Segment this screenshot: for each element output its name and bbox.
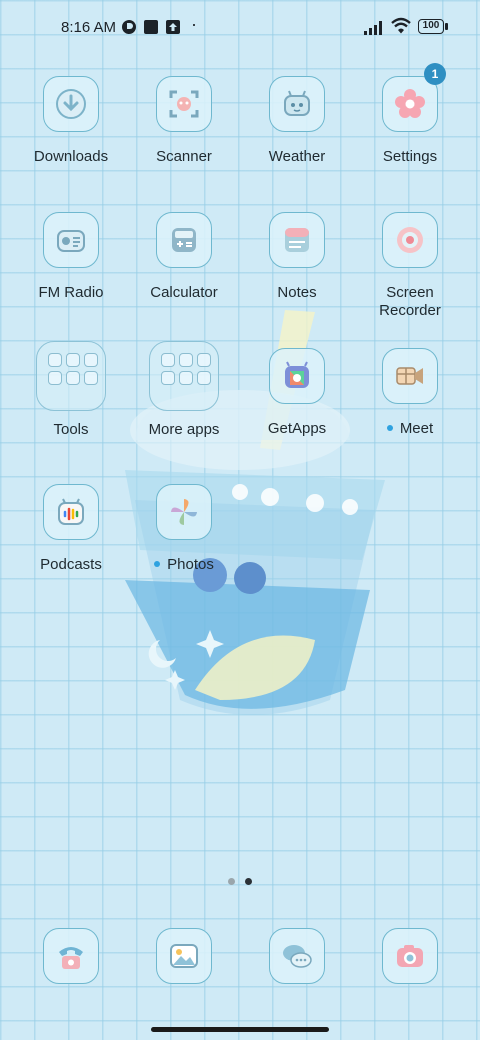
home-gesture-bar[interactable]	[151, 1027, 329, 1032]
app-label: Notes	[277, 284, 317, 301]
app-label: Photos	[167, 556, 214, 573]
new-indicator-dot	[154, 561, 161, 567]
dock-camera[interactable]	[382, 928, 438, 984]
mini-app-icon	[48, 353, 62, 367]
calculator-icon	[156, 212, 212, 268]
page-indicator-dot-1[interactable]	[228, 878, 235, 885]
app-label: Podcasts	[40, 556, 102, 573]
mini-app-icon	[179, 353, 193, 367]
messages-icon	[283, 945, 312, 968]
mini-app-icon	[197, 371, 211, 385]
app-label: Calculator	[150, 284, 218, 301]
settings-icon: 1	[382, 63, 446, 132]
app-photos[interactable]: Photos	[129, 484, 239, 574]
app-label: Downloads	[33, 148, 109, 165]
new-indicator-dot	[386, 425, 393, 431]
photos-icon	[156, 484, 212, 540]
app-weather[interactable]: Weather	[242, 76, 352, 166]
app-notes[interactable]: Notes	[242, 212, 352, 302]
app-label: Meet	[399, 420, 434, 437]
downloads-icon	[43, 76, 99, 132]
app-downloads[interactable]: Downloads	[16, 76, 126, 166]
app-scanner[interactable]: Scanner	[129, 76, 239, 166]
mini-app-icon	[161, 371, 175, 385]
notes-icon	[269, 212, 325, 268]
dock-phone[interactable]	[43, 928, 99, 984]
dock-messages[interactable]	[269, 928, 325, 984]
battery-level: 100	[422, 20, 440, 31]
radio-icon	[43, 212, 99, 268]
phone-icon	[59, 947, 83, 969]
notification-square-icon	[144, 20, 158, 34]
mini-app-icon	[197, 353, 211, 367]
app-label: Settings	[382, 148, 438, 165]
screen-recorder-icon	[382, 212, 438, 268]
getapps-icon	[269, 348, 325, 404]
camera-icon	[397, 945, 423, 967]
mini-app-icon	[66, 353, 80, 367]
app-calculator[interactable]: Calculator	[129, 212, 239, 302]
upload-icon	[166, 20, 180, 34]
vpn-status-icon	[122, 20, 136, 34]
app-label-row: Meet	[355, 420, 465, 438]
weather-icon	[269, 76, 325, 132]
gallery-icon	[170, 944, 198, 968]
notification-badge: 1	[424, 63, 446, 85]
dock-gallery[interactable]	[156, 928, 212, 984]
status-bar: 8:16 AM · 100	[0, 0, 480, 56]
folder-tools[interactable]: Tools	[16, 341, 126, 439]
app-label: Scanner	[156, 148, 212, 165]
app-label: GetApps	[267, 420, 327, 437]
clock: 8:16 AM	[61, 19, 117, 36]
podcasts-icon	[43, 484, 99, 540]
battery-tip	[445, 23, 448, 30]
app-label: Screen Recorder	[379, 284, 441, 319]
signal-icon	[364, 21, 382, 35]
page-indicator-dot-2-active[interactable]	[245, 878, 252, 885]
app-fm-radio[interactable]: FM Radio	[16, 212, 126, 302]
mini-app-icon	[48, 371, 62, 385]
scanner-icon	[156, 76, 212, 132]
mini-app-icon	[66, 371, 80, 385]
app-label: More apps	[148, 421, 220, 438]
app-label: Tools	[53, 421, 89, 438]
meet-icon	[382, 348, 438, 404]
mini-app-icon	[179, 371, 193, 385]
wifi-icon	[391, 17, 411, 34]
mini-app-icon	[84, 353, 98, 367]
app-screen-recorder[interactable]: Screen Recorder	[355, 212, 465, 320]
app-label-row: Photos	[129, 556, 239, 574]
app-label: Weather	[268, 148, 326, 165]
mini-app-icon	[161, 353, 175, 367]
app-podcasts[interactable]: Podcasts	[16, 484, 126, 574]
app-meet[interactable]: Meet	[355, 348, 465, 438]
folder-icon	[149, 341, 219, 411]
more-notifications-dot: ·	[191, 14, 197, 34]
app-settings[interactable]: 1 Settings	[355, 63, 465, 166]
app-label: FM Radio	[38, 284, 104, 301]
folder-icon	[36, 341, 106, 411]
app-getapps[interactable]: GetApps	[242, 348, 352, 438]
mini-app-icon	[84, 371, 98, 385]
battery-icon: 100	[418, 19, 444, 34]
folder-more-apps[interactable]: More apps	[129, 341, 239, 439]
